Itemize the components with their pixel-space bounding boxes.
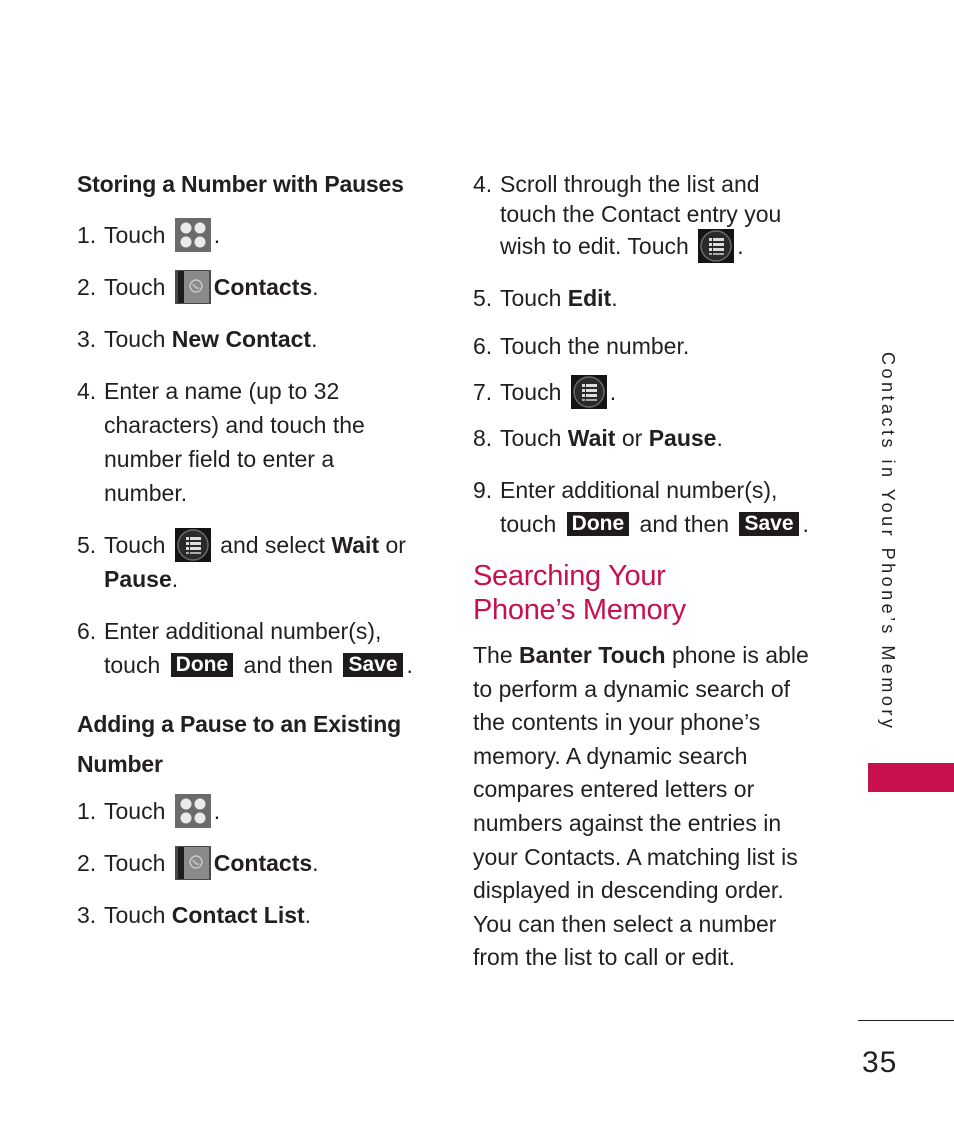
section-title-storing-pauses: Storing a Number with Pauses [77,171,404,197]
pause-label: Pause [104,566,172,592]
contacts-book-icon [175,270,211,304]
section-title-adding-pause: Adding a Pause to an Existing Number [77,711,401,777]
period: . [611,285,618,311]
product-name: Banter Touch [519,642,666,668]
step-number: 1. [77,798,97,824]
step-item: 3. Touch New Contact. [77,322,447,356]
step-number: 5. [77,532,97,558]
period: . [802,511,809,537]
step-item: 1. Touch . [77,794,447,828]
step-number: 1. [77,222,97,248]
wait-label: Wait [331,532,380,558]
step-number: 4. [77,378,97,404]
step-text: and then [243,652,334,678]
step-text: Touch [500,425,568,451]
step-text: Touch [104,326,172,352]
step-text: and select [220,532,332,558]
apps-grid-icon [175,218,211,252]
pause-label: Pause [648,425,717,451]
step-number: 5. [473,285,493,311]
step-text: Touch [104,274,166,300]
step-item: 8. Touch Wait or Pause. [473,421,823,455]
done-button-label: Done [566,512,630,536]
step-number: 3. [77,326,97,352]
step-text: Touch the number. [500,333,690,359]
step-item: 6. Touch the number. [473,329,823,363]
menu-list-icon [698,229,734,263]
step-text: Touch [104,222,166,248]
contacts-label: Contacts [213,274,313,300]
step-item: 5. Touch and select Wait or Pause. [77,528,447,596]
step-item: 4. Scroll through the list and touch the… [473,169,823,263]
step-number: 6. [77,618,97,644]
chapter-tab-marker [868,763,954,792]
step-item: 9. Enter additional number(s), touch Don… [473,473,823,541]
period: . [406,652,413,678]
period: . [716,425,723,451]
step-text: Touch [104,798,166,824]
period: . [304,902,312,928]
period: . [609,379,617,405]
step-number: 7. [473,379,493,405]
period: . [171,566,179,592]
wait-label: Wait [567,425,616,451]
step-text: Touch [104,850,166,876]
menu-list-icon [571,375,607,409]
period: . [737,233,744,259]
step-text: Touch [104,902,172,928]
step-number: 6. [473,333,493,359]
step-text: or [615,425,649,451]
contacts-label: Contacts [213,850,313,876]
done-button-label: Done [170,653,234,677]
step-text: and then [639,511,730,537]
left-column: Storing a Number with Pauses 1. Touch . … [77,166,447,950]
contact-list-label: Contact List [171,902,305,928]
period: . [312,274,319,300]
step-text: or [379,532,406,558]
step-item: 3. Touch Contact List. [77,898,447,932]
step-number: 9. [473,477,493,503]
contacts-book-icon [175,846,211,880]
period: . [213,798,221,824]
step-text: Enter a name (up to 32 characters) and t… [104,378,365,506]
step-item: 1. Touch . [77,218,447,252]
step-item: 5. Touch Edit. [473,281,823,315]
section-heading-searching-memory: Searching Your Phone’s Memory [473,560,686,626]
period: . [213,222,221,248]
step-item: 2. Touch Contacts. [77,846,447,880]
step-item: 4. Enter a name (up to 32 characters) an… [77,374,447,510]
new-contact-label: New Contact [171,326,312,352]
step-text: Touch [500,285,568,311]
page-number: 35 [862,1046,898,1079]
right-column: 4. Scroll through the list and touch the… [473,166,823,975]
step-number: 2. [77,274,97,300]
step-text: Touch [500,379,562,405]
step-item: 7. Touch . [473,375,823,409]
save-button-label: Save [343,653,403,677]
step-number: 8. [473,425,493,451]
save-button-label: Save [739,512,799,536]
chapter-side-label: Contacts in Your Phone’s Memory [878,352,898,732]
body-paragraph: The Banter Touch phone is able to perfor… [473,639,818,975]
step-text: Touch [104,532,166,558]
period: . [312,850,319,876]
step-number: 2. [77,850,97,876]
paragraph-text: phone is able to perform a dynamic searc… [473,642,809,971]
step-number: 3. [77,902,97,928]
paragraph-text: The [473,642,520,668]
menu-list-icon [175,528,211,562]
step-number: 4. [473,171,493,197]
period: . [311,326,318,352]
step-item: 6. Enter additional number(s), touch Don… [77,614,447,682]
step-item: 2. Touch Contacts. [77,270,447,304]
apps-grid-icon [175,794,211,828]
edit-label: Edit [567,285,612,311]
footer-rule [858,1020,954,1021]
